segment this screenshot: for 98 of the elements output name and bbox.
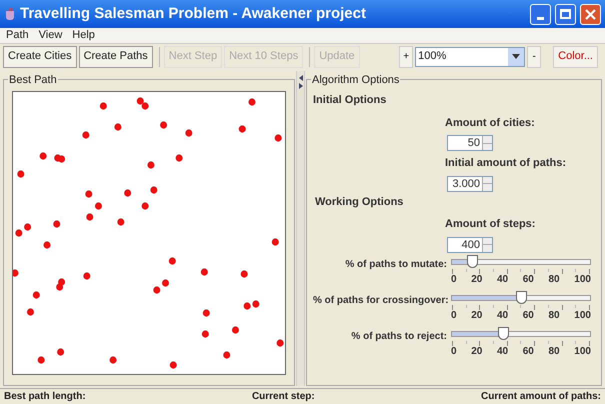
- spinner-arrows-icon: [482, 136, 492, 150]
- city-dot: [114, 123, 122, 131]
- city-dot: [162, 279, 169, 287]
- city-dot: [27, 308, 34, 316]
- city-dot: [40, 152, 47, 160]
- tick-label: 60: [522, 346, 534, 358]
- tick-label: 40: [496, 274, 508, 286]
- minimize-button[interactable]: [530, 4, 551, 24]
- zoom-out-button[interactable]: -: [527, 46, 542, 68]
- tick-label: 60: [522, 310, 534, 322]
- city-dot: [200, 268, 208, 276]
- dropdown-arrow-icon: [512, 54, 520, 59]
- city-dot: [170, 361, 177, 369]
- city-dot: [95, 202, 102, 210]
- city-dot: [15, 229, 22, 237]
- tick-label: 20: [471, 346, 482, 358]
- city-dot: [147, 161, 154, 169]
- close-icon: [585, 8, 596, 20]
- slider-thumb[interactable]: [516, 290, 528, 304]
- status-label: Current amount of paths:: [481, 390, 601, 404]
- menu-item[interactable]: View: [38, 27, 62, 44]
- spinner-arrows-icon: [482, 238, 492, 252]
- city-dot: [238, 125, 246, 133]
- city-dot: [176, 154, 183, 162]
- city-dot: [110, 356, 117, 364]
- city-dot: [17, 170, 24, 178]
- number-spinner[interactable]: 400: [447, 236, 493, 252]
- city-dot: [117, 218, 124, 226]
- number-spinner[interactable]: 3.000: [447, 176, 493, 192]
- toolbar-button[interactable]: Create Paths: [78, 46, 153, 68]
- number-spinner[interactable]: 50: [447, 135, 493, 151]
- tick-label: 0: [451, 310, 457, 322]
- city-dot: [32, 291, 40, 299]
- city-dot: [248, 98, 256, 106]
- cup-icon: [4, 7, 16, 21]
- tick-label: 60: [522, 274, 534, 286]
- slider-label: % of paths for crossingover:: [313, 294, 450, 308]
- city-dot: [142, 202, 149, 210]
- city-dot: [153, 286, 160, 294]
- section-heading: Working Options: [315, 194, 404, 210]
- tick-label: 20: [471, 310, 482, 322]
- zoom-in-button[interactable]: +: [399, 46, 414, 68]
- city-dot: [185, 129, 192, 137]
- color-button[interactable]: Color...: [553, 46, 598, 68]
- city-dot: [124, 189, 132, 197]
- tick-label: 40: [496, 346, 508, 358]
- city-dot: [83, 272, 90, 280]
- city-dot: [38, 356, 45, 364]
- city-dot: [57, 348, 64, 356]
- toolbar-button[interactable]: Create Cities: [3, 46, 77, 68]
- field-label: Initial amount of paths:: [445, 156, 566, 171]
- tick-label: 40: [496, 310, 508, 322]
- spinner-arrows-icon: [482, 176, 492, 190]
- window-title: Travelling Salesman Problem - Awakener project: [20, 4, 367, 24]
- slider-label: % of paths to reject:: [350, 330, 448, 344]
- city-dot: [232, 326, 239, 334]
- city-dot: [276, 339, 284, 347]
- city-dot: [240, 270, 248, 278]
- city-dot: [274, 134, 282, 142]
- city-dot: [44, 241, 50, 249]
- tick-label: 80: [548, 346, 560, 358]
- city-dot: [85, 190, 92, 198]
- city-dot: [100, 102, 107, 110]
- tick-label: 20: [471, 274, 482, 286]
- menu-item[interactable]: Path: [6, 27, 29, 44]
- city-dot: [53, 220, 60, 228]
- city-dot: [202, 309, 210, 317]
- close-button[interactable]: [580, 4, 601, 24]
- left-arrow-icon: [298, 75, 302, 81]
- tick-label: 80: [548, 310, 560, 322]
- city-dot: [82, 131, 90, 139]
- city-dot: [202, 330, 209, 338]
- menu-item[interactable]: Help: [72, 27, 95, 44]
- city-dot: [160, 121, 168, 129]
- tick-label: 0: [451, 346, 457, 358]
- tick-label: 100: [574, 310, 591, 322]
- status-label: Best path length:: [4, 390, 86, 404]
- slider-label: % of paths to mutate:: [344, 258, 448, 272]
- zoom-dropdown[interactable]: 100%: [415, 46, 526, 66]
- city-dot: [223, 351, 230, 359]
- panel-title: Algorithm Options: [311, 72, 400, 88]
- city-dot: [24, 223, 32, 231]
- city-dot: [86, 213, 94, 221]
- slider-thumb[interactable]: [466, 254, 478, 268]
- city-dot: [272, 238, 279, 246]
- city-dot: [168, 257, 176, 265]
- field-label: Amount of steps:: [445, 217, 536, 232]
- right-arrow-icon: [298, 83, 302, 89]
- slider-thumb[interactable]: [498, 326, 510, 340]
- tick-label: 100: [574, 274, 591, 286]
- maximize-button[interactable]: [555, 4, 576, 24]
- city-dot: [150, 186, 158, 194]
- status-label: Current step:: [252, 390, 315, 404]
- tick-label: 80: [548, 274, 560, 286]
- tick-label: 0: [451, 274, 457, 286]
- section-heading: Initial Options: [313, 93, 388, 108]
- tick-label: 100: [574, 346, 591, 358]
- field-label: Amount of cities:: [445, 116, 535, 130]
